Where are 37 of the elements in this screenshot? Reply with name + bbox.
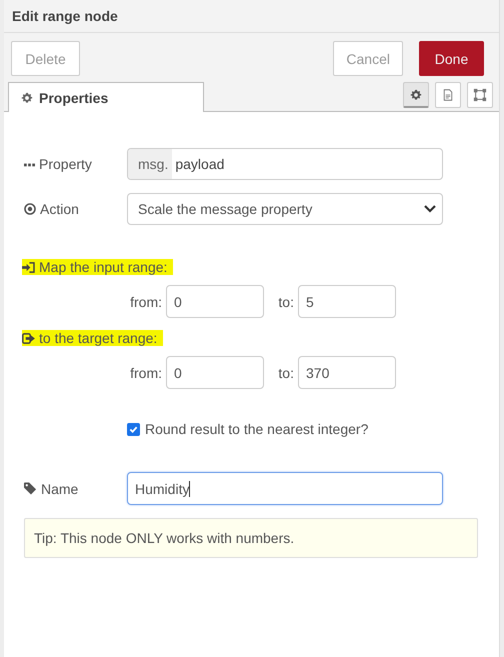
sign-in-icon (22, 262, 35, 272)
property-label: Property (39, 156, 92, 172)
action-dropdown[interactable]: Scale the message property (127, 193, 443, 225)
type-prefix[interactable]: msg. (128, 149, 172, 179)
to-input[interactable]: 5 (298, 285, 396, 318)
name-input[interactable]: Humidity (127, 472, 443, 505)
action-value: Scale the message property (138, 201, 312, 217)
sign-out-icon (22, 332, 35, 344)
tag-icon (24, 482, 37, 495)
appearance-tab[interactable] (467, 82, 493, 108)
window-title: Edit range node (12, 8, 118, 24)
properties-tab[interactable]: Properties (8, 82, 204, 112)
from-label: from: (129, 294, 163, 310)
frame-icon (473, 88, 487, 102)
description-tab[interactable] (435, 82, 461, 108)
round-label: Round result to the nearest integer? (145, 421, 368, 437)
from-input[interactable]: 0 (166, 285, 264, 318)
range-heading: to the target range: (39, 330, 158, 346)
chevron-down-icon (424, 205, 436, 213)
from-input[interactable]: 0 (166, 356, 264, 389)
done-button[interactable]: Done (419, 41, 484, 76)
action-label: Action (40, 201, 79, 217)
to-input[interactable]: 370 (298, 356, 396, 389)
gear-icon (21, 92, 33, 104)
target-icon (24, 203, 36, 215)
tip-text: Tip: This node ONLY works with numbers. (34, 530, 294, 546)
to-label: to: (277, 364, 295, 380)
property-field[interactable]: msg. payload (127, 148, 443, 180)
document-icon (442, 88, 454, 102)
from-label: from: (129, 364, 163, 380)
settings-tab[interactable] (403, 82, 429, 108)
gear-icon (410, 88, 422, 100)
name-label: Name (41, 480, 78, 496)
range-heading: Map the input range: (39, 259, 168, 275)
name-value: Humidity (135, 480, 190, 496)
to-label: to: (277, 294, 295, 310)
round-checkbox[interactable] (127, 422, 140, 436)
